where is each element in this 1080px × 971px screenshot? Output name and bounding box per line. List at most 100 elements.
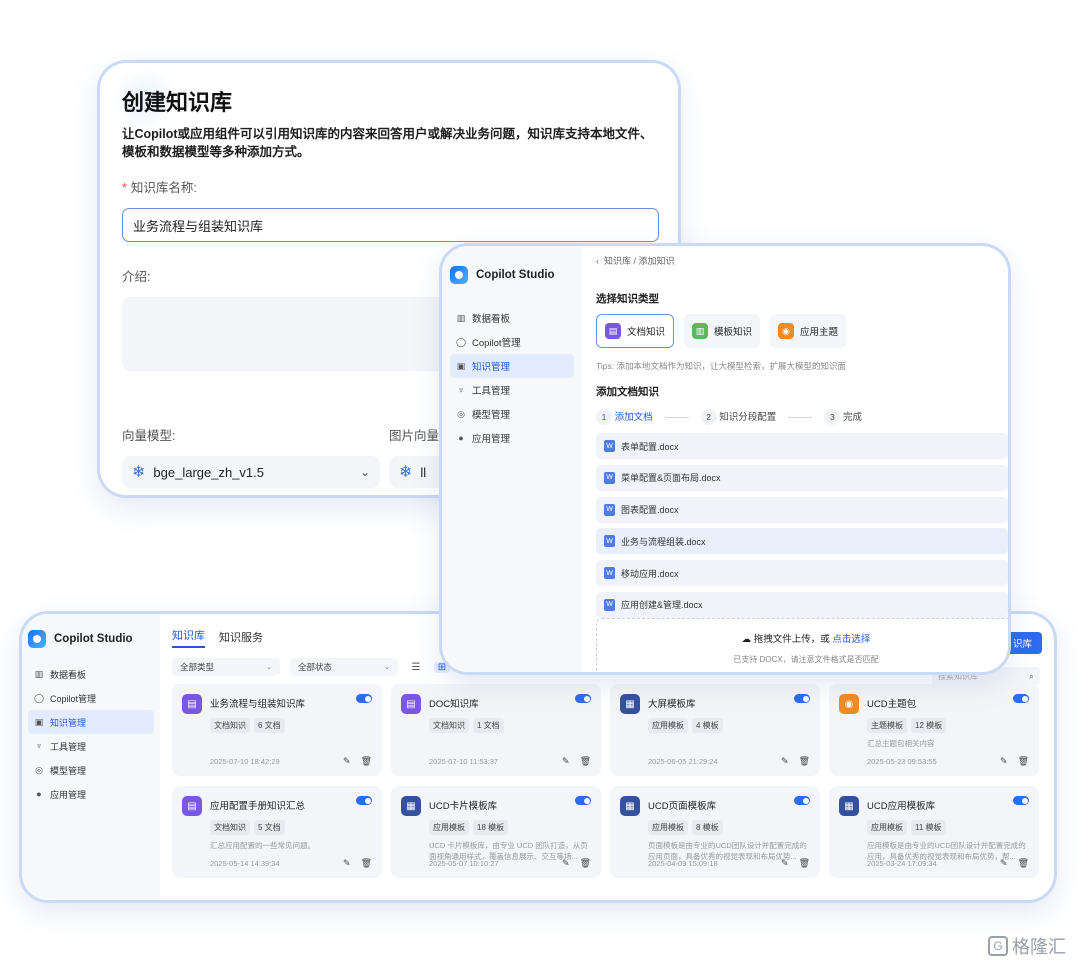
knowledge-grid: ▤ 业务流程与组装知识库 文档知识 6 文档 2025-07-10 18:42:29 ✎ 🗑…: [172, 684, 1042, 878]
knowledge-card[interactable]: ▦ UCD卡片模板库 应用模板 18 模板 UCD 卡片模板库，由专业 UCD 团队打造…: [391, 786, 601, 878]
trash-icon[interactable]: 🗑: [799, 858, 810, 869]
knowledge-date: 2025-05-23 09:53:55: [867, 757, 937, 766]
knowledge-card[interactable]: ▤ 应用配置手册知识汇总 文档知识 5 文档 汇总应用配置的一些常见问题。 2025-05…: [172, 786, 382, 878]
knowledge-type-1[interactable]: ▥ 模板知识: [684, 314, 761, 348]
knowledge-description: 汇总应用配置的一些常见问题。: [210, 841, 315, 850]
knowledge-date: 2025-05-14 14:39:34: [210, 859, 280, 868]
edit-icon[interactable]: ✎: [343, 858, 351, 869]
create-knowledge-button[interactable]: 识库: [1002, 632, 1042, 654]
knowledge-name: UCD卡片模板库: [429, 801, 498, 812]
edit-icon[interactable]: ✎: [1000, 756, 1008, 767]
vector-model-value: bge_large_zh_v1.5: [153, 464, 264, 480]
sidebar-item-2[interactable]: ▣ 知识管理: [28, 710, 154, 734]
knowledge-date: 2025-06-05 21:29:24: [648, 757, 718, 766]
type-tag: 文档知识: [429, 718, 469, 733]
edit-icon[interactable]: ✎: [343, 756, 351, 767]
trash-icon[interactable]: 🗑: [1018, 756, 1029, 767]
enable-toggle[interactable]: [575, 796, 591, 805]
chat-icon: ◯: [456, 336, 467, 347]
word-doc-icon: W: [604, 535, 615, 548]
enable-toggle[interactable]: [1013, 694, 1029, 703]
sidebar-item-1[interactable]: ◯ Copilot管理: [450, 330, 574, 354]
trash-icon[interactable]: 🗑: [580, 858, 591, 869]
knowledge-card[interactable]: ◉ UCD主题包 主题模板 12 模板 汇总主题包相关内容 2025-05-23 09:5…: [829, 684, 1039, 776]
file-item[interactable]: W 表单配置.docx: [596, 433, 1008, 459]
trash-icon[interactable]: 🗑: [361, 756, 372, 767]
sidebar-item-5[interactable]: ● 应用管理: [28, 782, 154, 806]
knowledge-type-0[interactable]: ▤ 文档知识: [596, 314, 675, 348]
book-icon: ▣: [34, 716, 44, 727]
enable-toggle[interactable]: [1013, 796, 1029, 805]
snowflake-icon: ❄: [399, 464, 413, 481]
count-tag: 12 模板: [911, 718, 947, 733]
edit-icon[interactable]: ✎: [781, 756, 789, 767]
type-tag: 应用模板: [867, 820, 907, 835]
sidebar-item-2[interactable]: ▣ 知识管理: [450, 354, 574, 378]
enable-toggle[interactable]: [575, 694, 591, 703]
sidebar-item-0[interactable]: ▥ 数据看板: [450, 306, 574, 330]
image-vector-value: ll: [420, 464, 427, 480]
knowledge-card[interactable]: ▤ DOC知识库 文档知识 1 文档 2025-07-10 11:53:37 ✎ 🗑: [391, 684, 601, 776]
file-item[interactable]: W 菜单配置&页面布局.docx: [596, 464, 1008, 491]
enable-toggle[interactable]: [794, 796, 810, 805]
edit-icon[interactable]: ✎: [562, 756, 570, 767]
sidebar-item-3[interactable]: ♆ 工具管理: [450, 378, 574, 402]
step-2: 2 知识分段配置: [700, 409, 776, 425]
type-tag: 主题模板: [867, 718, 907, 733]
enable-toggle[interactable]: [356, 694, 372, 703]
word-doc-icon: W: [604, 598, 615, 611]
trash-icon[interactable]: 🗑: [1018, 858, 1029, 869]
app-logo-icon: [28, 630, 46, 648]
search-icon: ⌕: [1028, 670, 1034, 681]
choose-file-link[interactable]: 点击选择: [832, 634, 870, 645]
tab-knowledge-service[interactable]: 知识服务: [219, 629, 263, 645]
doc-icon: ▤: [182, 694, 202, 714]
page-title: 创建知识库: [122, 90, 233, 115]
upload-cloud-icon: ☁: [741, 634, 752, 645]
type-tag: 文档知识: [210, 820, 250, 835]
template-icon: ▦: [839, 796, 859, 816]
knowledge-card[interactable]: ▦ 大屏模板库 应用模板 4 模板 2025-06-05 21:29:24 ✎ 🗑: [610, 684, 820, 776]
app-icon: ●: [36, 789, 42, 799]
chat-icon: ◯: [34, 692, 45, 703]
sidebar-item-4[interactable]: ◎ 模型管理: [450, 402, 574, 426]
sidebar-item-3[interactable]: ♆ 工具管理: [28, 734, 154, 758]
trash-icon[interactable]: 🗑: [361, 858, 372, 869]
list-view-icon[interactable]: ☰: [408, 662, 424, 673]
knowledge-card[interactable]: ▦ UCD页面模板库 应用模板 8 模板 页面模板是由专业的UCD团队设计并配置完成的应…: [610, 786, 820, 878]
sidebar-item-5[interactable]: ● 应用管理: [450, 426, 574, 450]
edit-icon[interactable]: ✎: [562, 858, 570, 869]
edit-icon[interactable]: ✎: [781, 858, 789, 869]
status-filter-select[interactable]: 全部状态 ⌄: [290, 658, 398, 676]
file-dropzone[interactable]: ☁ 拖拽文件上传，或 点击选择 已支持 DOCX，请注意文件格式是否匹配: [596, 618, 1008, 672]
knowledge-type-2[interactable]: ◉ 应用主题: [770, 314, 847, 348]
tab-knowledge-base[interactable]: 知识库: [172, 627, 205, 648]
doc-icon: ▤: [182, 796, 202, 816]
file-item[interactable]: W 应用创建&管理.docx: [596, 591, 1008, 618]
knowledge-card[interactable]: ▤ 业务流程与组装知识库 文档知识 6 文档 2025-07-10 18:42:29 ✎ 🗑: [172, 684, 382, 776]
enable-toggle[interactable]: [794, 694, 810, 703]
trash-icon[interactable]: 🗑: [799, 756, 810, 767]
chart-icon: ▥: [34, 668, 44, 679]
file-item[interactable]: W 移动应用.docx: [596, 560, 1008, 587]
trash-icon[interactable]: 🗑: [580, 756, 591, 767]
knowledge-description: 汇总主题包相关内容: [867, 739, 935, 748]
sidebar: Copilot Studio ▥ 数据看板 ◯ Copilot管理 ▣ 知识管理 ♆ 工具管理…: [442, 246, 582, 672]
name-input[interactable]: 业务流程与组装知识库: [122, 208, 659, 242]
file-item[interactable]: W 业务与流程组装.docx: [596, 528, 1008, 555]
knowledge-types: ▤ 文档知识 ▥ 模板知识 ◉ 应用主题: [596, 314, 1008, 348]
sidebar-nav: ▥ 数据看板 ◯ Copilot管理 ▣ 知识管理 ♆ 工具管理 ◎ 模型管理 ● 应用管理: [28, 662, 154, 806]
enable-toggle[interactable]: [356, 796, 372, 805]
type-filter-select[interactable]: 全部类型 ⌄: [172, 658, 280, 676]
vector-model-select[interactable]: ❄ bge_large_zh_v1.5 ⌄: [122, 456, 380, 488]
sidebar-item-1[interactable]: ◯ Copilot管理: [28, 686, 154, 710]
knowledge-card[interactable]: ▦ UCD应用模板库 应用模板 11 模板 应用模板是由专业的UCD团队设计并配置完成的…: [829, 786, 1039, 878]
breadcrumb[interactable]: ‹ 知识库 / 添加知识: [596, 254, 1008, 267]
type-icon: ▥: [692, 323, 709, 339]
sidebar-item-0[interactable]: ▥ 数据看板: [28, 662, 154, 686]
edit-icon[interactable]: ✎: [1000, 858, 1008, 869]
file-item[interactable]: W 图表配置.docx: [596, 496, 1008, 523]
add-main: ‹ 知识库 / 添加知识 选择知识类型 ▤ 文档知识 ▥ 模板知识 ◉ 应用主题 Tips…: [582, 246, 1008, 672]
sidebar-item-4[interactable]: ◎ 模型管理: [28, 758, 154, 782]
knowledge-date: 2025-03-24 17:09:34: [867, 859, 937, 868]
